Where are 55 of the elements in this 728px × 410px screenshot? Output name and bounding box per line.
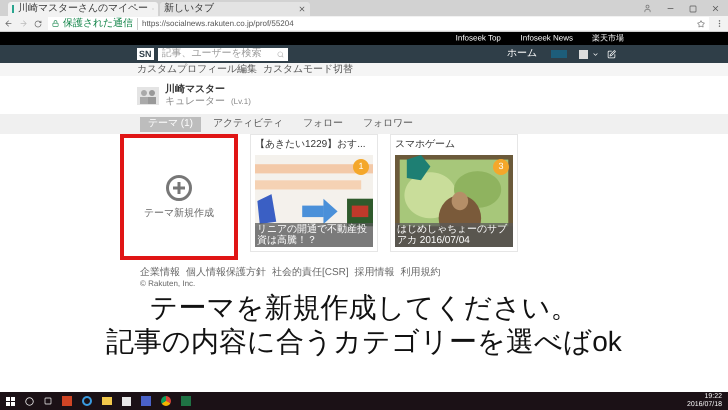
theme-title: スマホゲーム: [395, 139, 456, 151]
article-caption: はじめしゃちょーのサブアカ 2016/07/04: [395, 223, 513, 247]
close-icon[interactable]: [298, 5, 306, 13]
theme-card[interactable]: 【あきたい1229】おす... 1 リニアの開通で不動産投資は高騰！？: [250, 134, 378, 252]
search-icon[interactable]: [25, 396, 34, 406]
search-icon: [276, 50, 284, 58]
search-field[interactable]: 記事、ユーザーを検索: [158, 48, 288, 60]
tutorial-caption: テーマを新規作成してください。: [150, 291, 578, 325]
bookmark-star-icon[interactable]: [697, 20, 705, 28]
logo[interactable]: SN: [137, 48, 154, 60]
top-link[interactable]: 楽天市場: [592, 34, 624, 44]
windows-icon[interactable]: [6, 396, 15, 406]
back-icon[interactable]: [4, 19, 13, 28]
address-field[interactable]: 保護された通信 https://socialnews.rakuten.co.jp/prof/55204: [48, 17, 709, 30]
tab-title: 川崎マスターさんのマイペー: [18, 3, 148, 15]
profile-menu-link[interactable]: カスタムプロフィール編集: [137, 64, 257, 76]
new-theme-label: テーマ新規作成: [144, 206, 214, 220]
avatar-drawing: [137, 87, 159, 105]
reload-icon[interactable]: [34, 20, 42, 28]
new-theme-card[interactable]: テーマ新規作成: [120, 134, 238, 260]
footer-link[interactable]: 利用規約: [400, 267, 441, 279]
chrome-icon[interactable]: [161, 396, 171, 406]
maximize-icon[interactable]: [689, 5, 697, 13]
theme-card[interactable]: スマホゲーム 3 はじめしゃちょーのサブアカ 2016/07/04: [390, 134, 518, 252]
task-view-icon[interactable]: [44, 397, 52, 405]
footer-link[interactable]: 個人情報保護方針: [186, 267, 266, 279]
plus-circle-icon: [165, 174, 193, 202]
profile-tab[interactable]: フォロー: [295, 116, 351, 132]
profile-name: 川崎マスター: [165, 84, 226, 96]
tutorial-caption: 記事の内容に合うカテゴリーを選べばok: [106, 325, 622, 359]
browser-tab[interactable]: 川崎マスターさんのマイペー: [8, 2, 158, 16]
profile-tab[interactable]: アクティビティ: [205, 116, 291, 132]
close-icon[interactable]: [711, 4, 720, 13]
top-link[interactable]: Infoseek News: [520, 34, 574, 44]
tab-title: 新しいタブ: [164, 3, 215, 15]
footer-link[interactable]: 企業情報: [140, 267, 180, 279]
copyright: © Rakuten, Inc.: [140, 279, 196, 289]
user-icon[interactable]: [643, 4, 652, 13]
profile-tab[interactable]: フォロワー: [355, 116, 421, 132]
home-link[interactable]: ホーム: [507, 48, 537, 60]
edit-icon[interactable]: [607, 50, 616, 58]
url-text: https://socialnews.rakuten.co.jp/prof/55204: [137, 18, 294, 30]
article-caption: リニアの開通で不動産投資は高騰！？: [255, 223, 373, 247]
footer-link[interactable]: 採用情報: [354, 267, 395, 279]
profile-level: (Lv.1): [231, 96, 251, 108]
caret-icon[interactable]: [592, 50, 599, 58]
secure-label: 保護された通信: [63, 18, 133, 30]
lock-icon: [52, 20, 59, 27]
top-link[interactable]: Infoseek Top: [456, 34, 501, 44]
browser-tab[interactable]: 新しいタブ: [160, 2, 310, 16]
profile-role: キュレーター: [165, 96, 225, 108]
avatar-box[interactable]: [579, 50, 588, 58]
footer-link[interactable]: 社会的責任[CSR]: [272, 267, 349, 279]
profile-menu-link[interactable]: カスタムモード切替: [263, 64, 353, 76]
theme-title: 【あきたい1229】おす...: [255, 139, 367, 151]
